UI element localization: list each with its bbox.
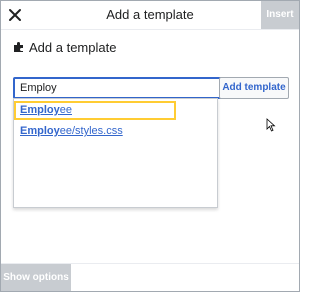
mouse-pointer-icon	[266, 118, 276, 132]
suggestion-match: Employ	[20, 125, 60, 137]
dialog-titlebar: Add a template Insert	[1, 1, 299, 30]
show-options-button[interactable]: Show options	[1, 264, 71, 291]
close-button[interactable]	[5, 5, 25, 25]
suggestion-rest: ee	[59, 104, 72, 116]
suggestion-item[interactable]: Employee/styles.css	[16, 124, 174, 139]
dialog-footer: Show options	[1, 263, 299, 291]
suggestion-item[interactable]: Employee	[14, 101, 176, 120]
puzzle-icon	[14, 42, 23, 52]
close-icon	[9, 9, 21, 21]
template-search-input[interactable]: Employ	[13, 77, 222, 99]
dialog-title: Add a template	[106, 7, 194, 22]
suggestion-rest: ee/styles.css	[59, 125, 123, 137]
add-template-button[interactable]: Add template	[219, 77, 289, 99]
section-heading: Add a template	[13, 39, 116, 55]
add-template-dialog: Add a template Insert Add a template Emp…	[0, 0, 300, 292]
section-heading-label: Add a template	[29, 39, 117, 55]
suggestion-match: Employ	[20, 104, 60, 116]
insert-button[interactable]: Insert	[261, 1, 299, 29]
suggestions-dropdown: Employee Employee/styles.css	[13, 98, 218, 208]
